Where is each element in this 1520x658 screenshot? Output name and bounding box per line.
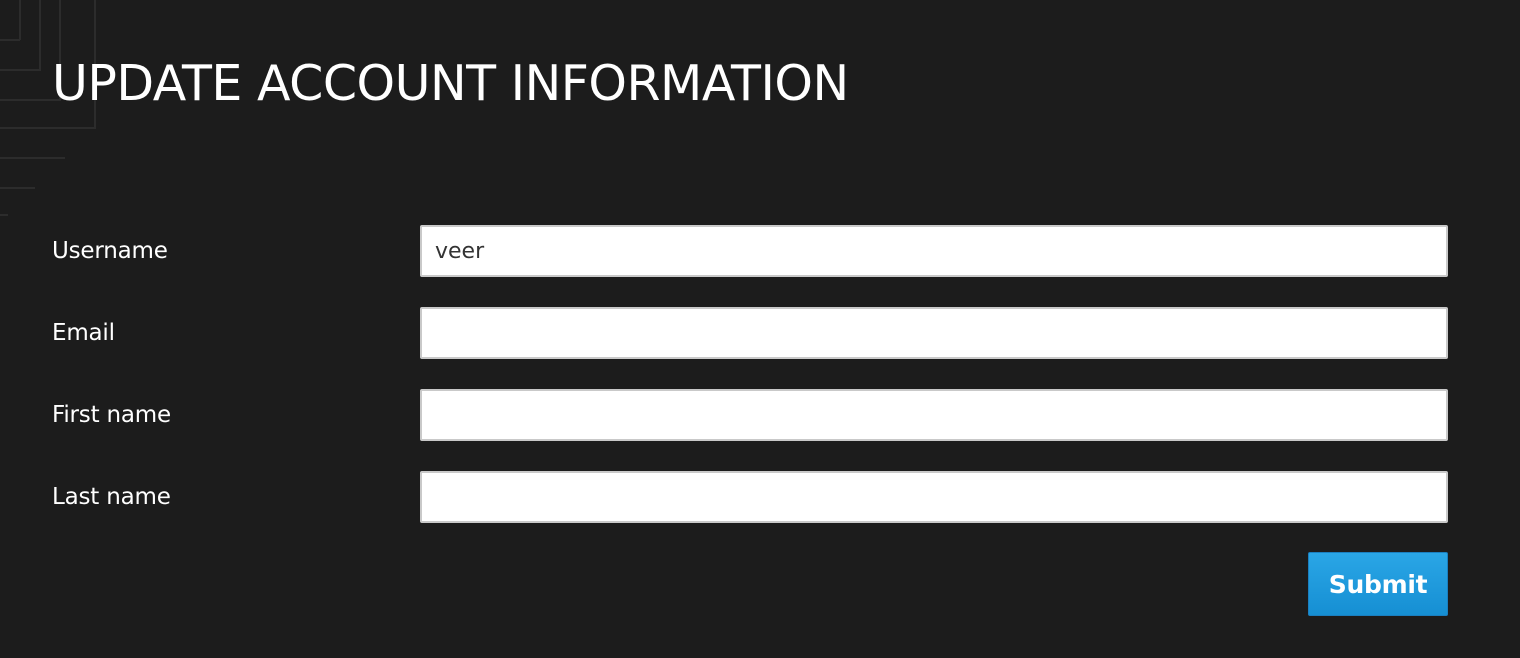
email-input[interactable] [420, 307, 1448, 359]
last-name-row: Last name [0, 471, 1520, 523]
first-name-row: First name [0, 389, 1520, 441]
username-row: Username [0, 225, 1520, 277]
circuit-pattern-decoration [0, 0, 96, 216]
first-name-label: First name [52, 402, 171, 428]
username-label: Username [52, 238, 168, 264]
last-name-label: Last name [52, 484, 171, 510]
email-label: Email [52, 320, 115, 346]
username-input[interactable] [420, 225, 1448, 277]
page-title: UPDATE ACCOUNT INFORMATION [52, 55, 849, 112]
last-name-input[interactable] [420, 471, 1448, 523]
first-name-input[interactable] [420, 389, 1448, 441]
submit-button[interactable]: Submit [1308, 552, 1448, 616]
email-row: Email [0, 307, 1520, 359]
